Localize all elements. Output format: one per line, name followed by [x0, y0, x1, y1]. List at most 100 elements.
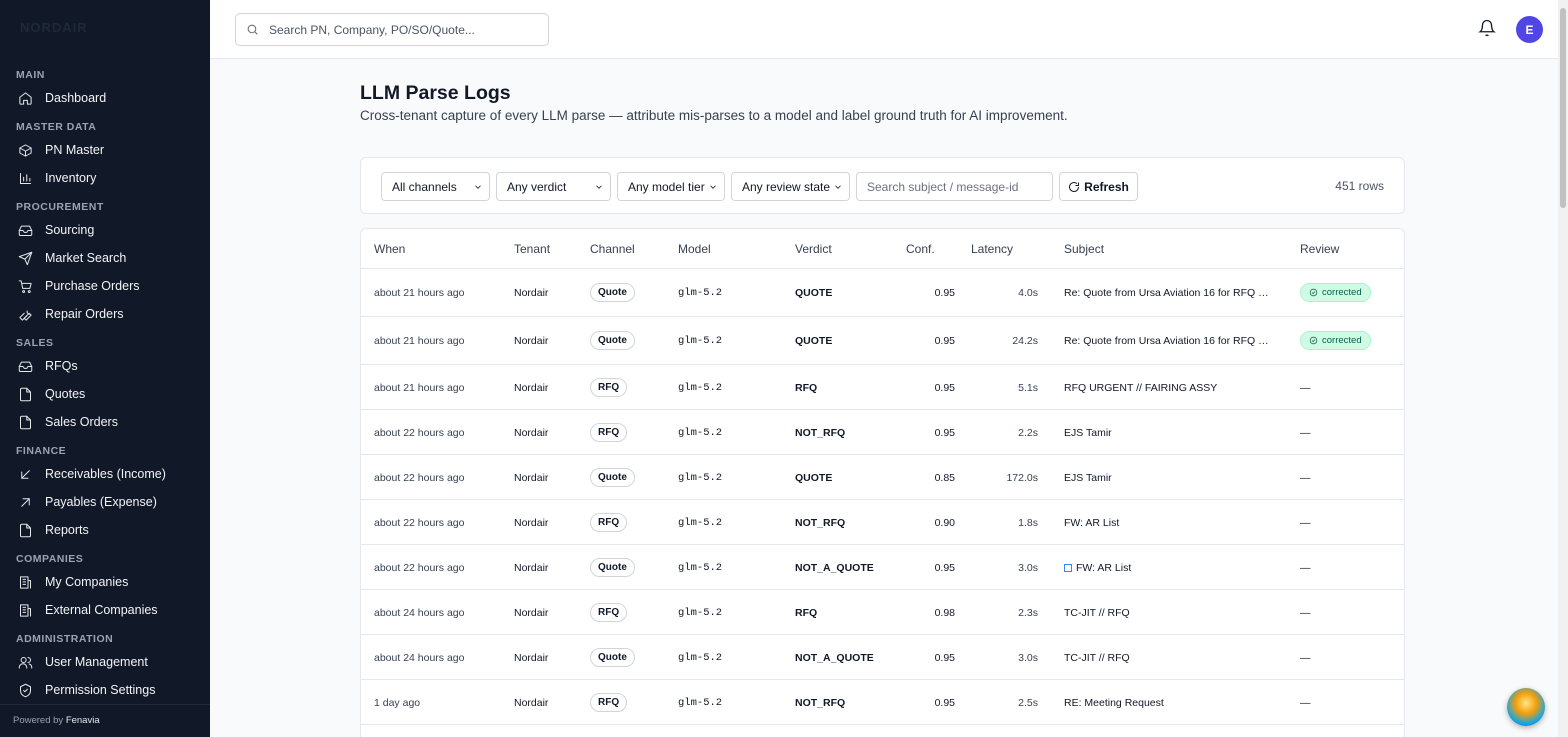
- sidebar-item-label: Sales Orders: [45, 415, 118, 429]
- refresh-button[interactable]: Refresh: [1059, 172, 1138, 201]
- subject-cell: FW: AR List: [1064, 562, 1274, 574]
- channel-cell: RFQ: [590, 422, 670, 442]
- sidebar-item-rfqs[interactable]: RFQs: [0, 352, 210, 380]
- sidebar-item-payables-expense[interactable]: Payables (Expense): [0, 488, 210, 516]
- global-search[interactable]: [235, 13, 549, 46]
- review-status-badge[interactable]: corrected: [1300, 283, 1371, 302]
- sidebar-item-permission-settings[interactable]: Permission Settings: [0, 676, 210, 704]
- conf-cell: 0.95: [934, 381, 955, 394]
- user-avatar[interactable]: E: [1516, 16, 1543, 43]
- assistant-launcher-button[interactable]: [1507, 688, 1545, 726]
- table-row[interactable]: 1 day ago Nordair RFQ glm-5.2 NOT_RFQ 0.95 2.5…: [361, 680, 1404, 725]
- subject-cell: RFQ URGENT // FAIRING ASSY: [1064, 381, 1218, 394]
- latency-cell: 4.0s: [1018, 287, 1038, 299]
- channel-cell: RFQ: [590, 377, 670, 397]
- table-row[interactable]: about 21 hours ago Nordair Quote glm-5.2 QUO…: [361, 269, 1404, 317]
- cart-icon: [18, 279, 32, 293]
- review-cell: —: [1300, 696, 1311, 709]
- global-search-input[interactable]: [269, 22, 539, 37]
- building-icon: [20, 575, 31, 589]
- page-scrollbar-thumb[interactable]: [1560, 8, 1566, 208]
- powered-by-brand[interactable]: Fenavia: [66, 715, 100, 726]
- table-row[interactable]: about 24 hours ago Nordair RFQ glm-5.2 RFQ 0.…: [361, 590, 1404, 635]
- verdict-cell: NOT_A_QUOTE: [795, 561, 874, 574]
- channel-cell: Quote: [590, 557, 670, 577]
- verdict-filter-select[interactable]: Any verdict: [496, 172, 611, 201]
- conf-cell: 0.95: [934, 561, 955, 574]
- page-subtitle: Cross-tenant capture of every LLM parse …: [360, 108, 1068, 123]
- column-header-conf[interactable]: Conf.: [906, 242, 935, 256]
- column-header-tenant[interactable]: Tenant: [514, 242, 550, 256]
- inbox-icon: [18, 225, 33, 236]
- refresh-icon: [1069, 181, 1080, 192]
- column-header-verdict[interactable]: Verdict: [795, 242, 832, 256]
- tenant-cell: Nordair: [514, 561, 549, 574]
- subject-cell: EJS Tamir: [1064, 426, 1112, 439]
- table-row[interactable]: about 21 hours ago Nordair Quote glm-5.2 QUO…: [361, 317, 1404, 365]
- model-cell: glm-5.2: [678, 471, 723, 484]
- latency-cell: 2.3s: [1018, 606, 1038, 619]
- column-header-model[interactable]: Model: [678, 242, 711, 256]
- inbox-icon: [18, 361, 33, 372]
- sidebar-section-label: COMPANIES: [16, 553, 84, 565]
- table-row[interactable]: about 22 hours ago Nordair Quote glm-5.2 NOT…: [361, 545, 1404, 590]
- sidebar-item-label: Sourcing: [45, 223, 95, 237]
- column-header-when[interactable]: When: [374, 242, 405, 256]
- column-header-latency[interactable]: Latency: [971, 242, 1013, 256]
- verdict-cell: RFQ: [795, 381, 818, 394]
- column-header-subject[interactable]: Subject: [1064, 242, 1104, 256]
- sidebar-item-pn-master[interactable]: PN Master: [0, 136, 210, 164]
- powered-by-prefix: Powered by: [13, 715, 64, 726]
- sidebar-item-inventory[interactable]: Inventory: [0, 164, 210, 192]
- review-status-label: corrected: [1322, 287, 1362, 298]
- channel-badge: RFQ: [590, 602, 628, 622]
- review-state-filter-select[interactable]: Any review state: [731, 172, 850, 201]
- sidebar-item-quotes[interactable]: Quotes: [0, 380, 210, 408]
- sidebar-item-repair-orders[interactable]: Repair Orders: [0, 300, 210, 328]
- sidebar-item-purchase-orders[interactable]: Purchase Orders: [0, 272, 210, 300]
- table-row[interactable]: about 21 hours ago Nordair RFQ glm-5.2 RFQ 0.…: [361, 365, 1404, 410]
- table-row[interactable]: about 22 hours ago Nordair RFQ glm-5.2 NOT_R…: [361, 500, 1404, 545]
- arrow-up-right-icon: [21, 497, 30, 507]
- table-row[interactable]: about 22 hours ago Nordair RFQ glm-5.2 NOT_R…: [361, 410, 1404, 455]
- model-cell: glm-5.2: [678, 381, 723, 394]
- sidebar-item-sales-orders[interactable]: Sales Orders: [0, 408, 210, 436]
- review-status-badge[interactable]: corrected: [1300, 331, 1371, 350]
- subject-search-field[interactable]: Search subject / message-id: [856, 172, 1053, 201]
- review-status-label: corrected: [1322, 335, 1362, 346]
- document-icon: [20, 387, 31, 401]
- sidebar-item-label: PN Master: [45, 143, 105, 157]
- chevron-down-icon: [710, 185, 716, 189]
- subject-cell: Re: Quote from Ursa Aviation 16 for RFQ …: [1064, 287, 1274, 299]
- sidebar-item-my-companies[interactable]: My Companies: [0, 568, 210, 596]
- verdict-cell: QUOTE: [795, 471, 833, 484]
- conf-cell: 0.90: [934, 516, 955, 529]
- column-header-channel[interactable]: Channel: [590, 242, 635, 256]
- table-row[interactable]: about 22 hours ago Nordair Quote glm-5.2 QUO…: [361, 455, 1404, 500]
- model-tier-filter-select[interactable]: Any model tier: [617, 172, 725, 201]
- column-header-review[interactable]: Review: [1300, 242, 1339, 256]
- sidebar-item-user-management[interactable]: User Management: [0, 648, 210, 676]
- sidebar-item-external-companies[interactable]: External Companies: [0, 596, 210, 624]
- sidebar-section-label: FINANCE: [16, 445, 67, 457]
- sidebar-item-market-search[interactable]: Market Search: [0, 244, 210, 272]
- verdict-cell: NOT_RFQ: [795, 696, 846, 709]
- channel-badge: Quote: [590, 647, 635, 667]
- conf-cell: 0.95: [934, 696, 955, 709]
- box-icon: [19, 143, 32, 157]
- sidebar-item-dashboard[interactable]: Dashboard: [0, 84, 210, 112]
- sidebar-item-receivables-income[interactable]: Receivables (Income): [0, 460, 210, 488]
- tenant-cell: Nordair: [514, 335, 549, 347]
- channel-cell: RFQ: [590, 692, 670, 712]
- review-cell: —: [1300, 651, 1311, 664]
- tenant-cell: Nordair: [514, 696, 549, 709]
- verdict-cell: RFQ: [795, 606, 818, 619]
- verdict-cell: QUOTE: [795, 335, 833, 347]
- table-row[interactable]: about 24 hours ago Nordair Quote glm-5.2 NOT…: [361, 635, 1404, 680]
- sidebar-item-sourcing[interactable]: Sourcing: [0, 216, 210, 244]
- sidebar-item-reports[interactable]: Reports: [0, 516, 210, 544]
- notifications-bell-icon[interactable]: [1478, 19, 1496, 37]
- channel-filter-select[interactable]: All channels: [381, 172, 490, 201]
- channel-cell: Quote: [590, 331, 670, 350]
- when-cell: about 21 hours ago: [374, 335, 465, 347]
